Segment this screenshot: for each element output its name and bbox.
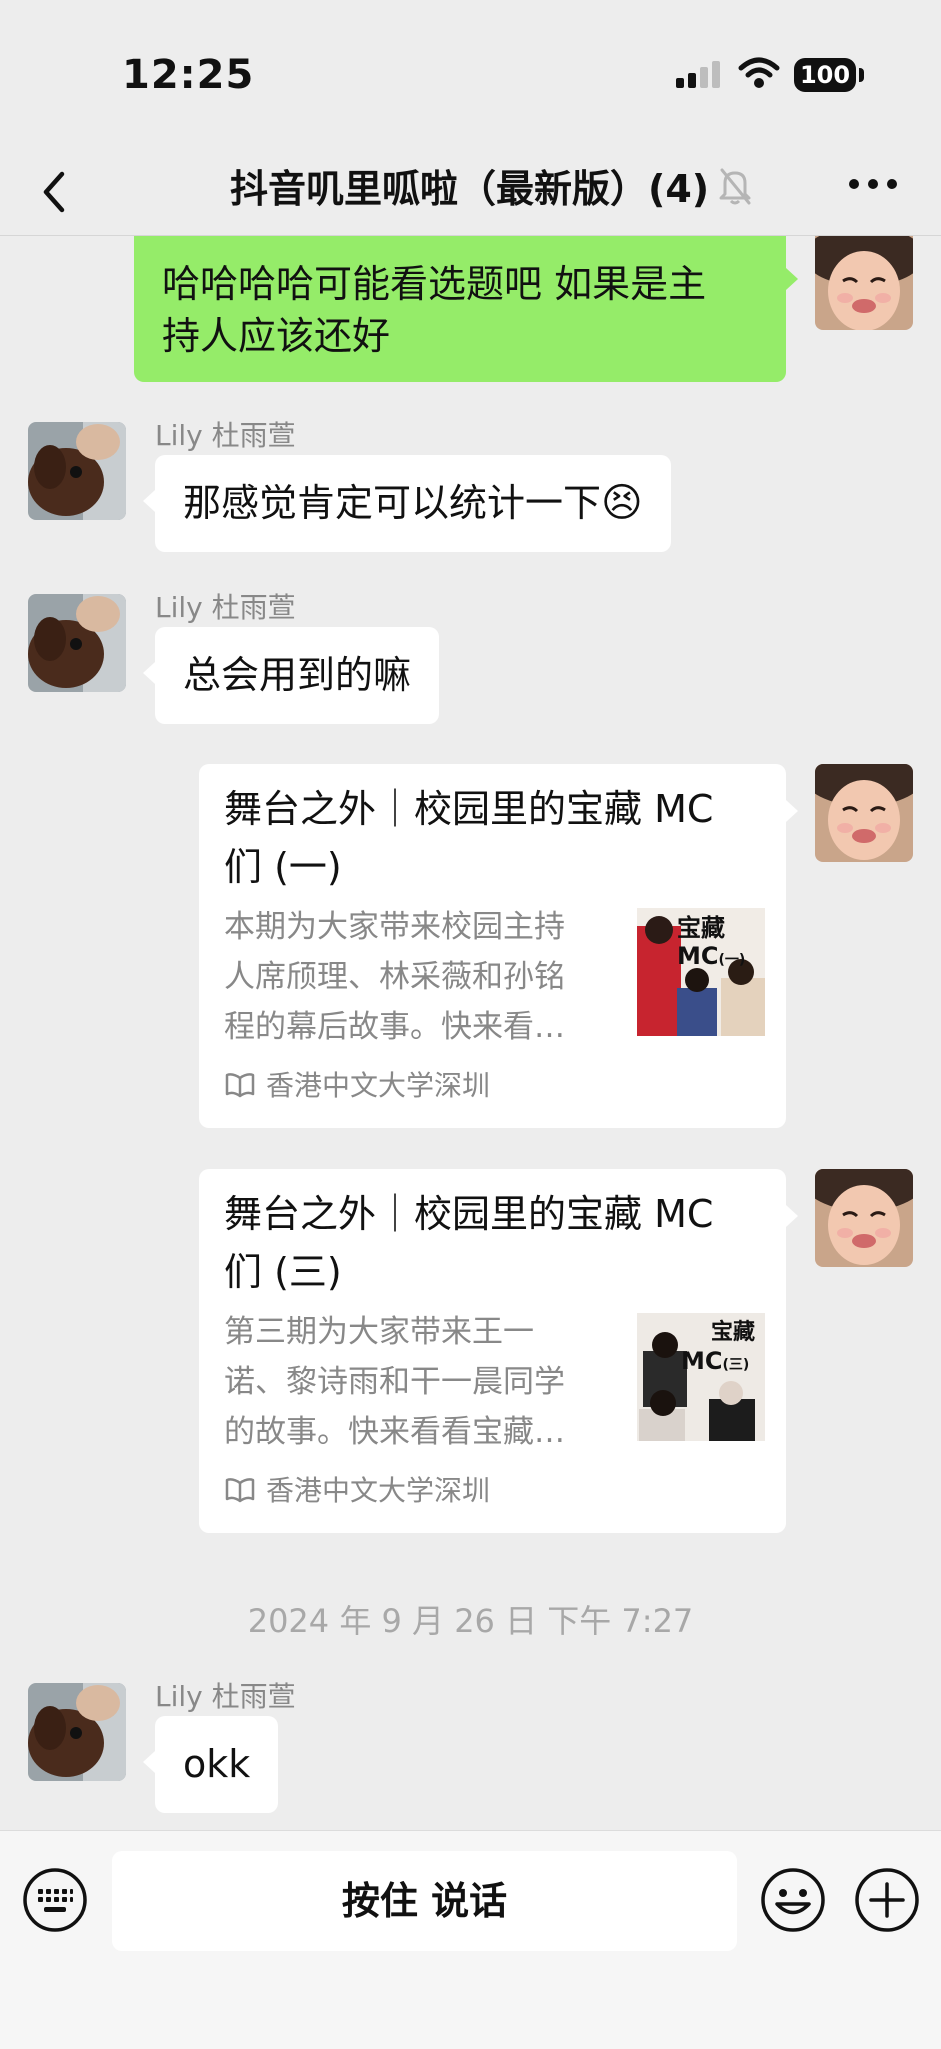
message-text: 总会用到的嘛 <box>183 653 412 697</box>
emoji-icon[interactable] <box>760 1867 826 1937</box>
battery-indicator: 100 <box>794 58 856 92</box>
sender-name: Lily 杜雨萱 <box>155 591 296 624</box>
message-text: 那感觉肯定可以统计一下 <box>183 481 602 525</box>
message-text: okk <box>183 1742 251 1786</box>
card-title: 舞台之外｜校园里的宝藏 MC 们 (三) <box>224 1185 769 1301</box>
card-title-line: 舞台之外｜校园里的宝藏 MC <box>224 1192 714 1236</box>
card-source-name: 香港中文大学深圳 <box>266 1474 491 1507</box>
my-avatar[interactable] <box>815 764 913 862</box>
bubble-tail <box>143 490 155 512</box>
chat-title: 抖音叽里呱啦（最新版）(4) <box>230 167 710 211</box>
back-icon[interactable] <box>34 160 74 224</box>
message-bubble-received[interactable]: 总会用到的嘛 <box>155 627 440 724</box>
contact-avatar[interactable] <box>28 594 126 692</box>
card-thumbnail: 宝藏 MC(一) <box>637 908 765 1036</box>
card-title: 舞台之外｜校园里的宝藏 MC 们 (一) <box>224 780 769 896</box>
book-icon <box>224 1475 256 1510</box>
more-icon[interactable] <box>848 176 898 195</box>
message-text-line: 哈哈哈哈可能看选题吧 如果是主 <box>162 262 707 306</box>
article-card[interactable]: 舞台之外｜校园里的宝藏 MC 们 (三) 第三期为大家带来王一 诺、黎诗雨和干一… <box>199 1169 786 1533</box>
message-bubble-received[interactable]: okk <box>155 1716 279 1813</box>
chat-timestamp: 2024 年 9 月 26 日 下午 7:27 <box>247 1602 694 1640</box>
card-description: 第三期为大家带来王一 诺、黎诗雨和干一晨同学 的故事。快来看看宝藏… <box>224 1307 619 1457</box>
card-source: 香港中文大学深圳 <box>224 1469 490 1510</box>
hold-to-talk-button[interactable]: 按住 说话 <box>112 1851 737 1951</box>
bubble-tail <box>143 662 155 684</box>
input-bar: 按住 说话 <box>0 1830 941 2049</box>
thumb-text: MC <box>681 1347 723 1375</box>
card-title-line: 们 (一) <box>224 845 342 889</box>
plus-icon[interactable] <box>854 1867 920 1937</box>
my-avatar[interactable] <box>815 236 913 330</box>
bubble-tail <box>143 1751 155 1773</box>
thumb-text: MC <box>677 942 719 970</box>
signal-icon <box>674 60 722 94</box>
book-icon <box>224 1070 256 1105</box>
card-source-name: 香港中文大学深圳 <box>266 1069 491 1102</box>
sender-name: Lily 杜雨萱 <box>155 419 296 452</box>
mute-icon <box>716 166 754 210</box>
thumb-text: (一) <box>718 952 746 968</box>
card-thumbnail: 宝藏 MC(三) <box>637 1313 765 1441</box>
message-bubble-received[interactable]: 那感觉肯定可以统计一下😣 <box>155 455 671 552</box>
bubble-tail <box>786 800 798 822</box>
persevering-emoji: 😣 <box>601 480 643 526</box>
card-title-line: 舞台之外｜校园里的宝藏 MC <box>224 787 714 831</box>
thumb-text: (三) <box>722 1357 750 1373</box>
message-text-line: 持人应该还好 <box>162 314 391 358</box>
status-bar: 12:25 100 <box>0 0 941 150</box>
sender-name: Lily 杜雨萱 <box>155 1680 296 1713</box>
card-desc-line: 的故事。快来看看宝藏… <box>224 1414 565 1450</box>
thumb-text: 宝藏 <box>710 1320 755 1345</box>
card-thumb-caption: 宝藏 MC(一) <box>677 914 765 974</box>
chat-header: 抖音叽里呱啦（最新版）(4) <box>0 150 941 236</box>
card-desc-line: 诺、黎诗雨和干一晨同学 <box>224 1364 565 1400</box>
contact-avatar[interactable] <box>28 1683 126 1781</box>
article-card[interactable]: 舞台之外｜校园里的宝藏 MC 们 (一) 本期为大家带来校园主持 人席颀理、林采… <box>199 764 786 1128</box>
card-title-line: 们 (三) <box>224 1250 342 1294</box>
card-desc-line: 程的幕后故事。快来看… <box>224 1009 565 1045</box>
thumb-text: 宝藏 <box>677 914 725 942</box>
battery-cap <box>859 68 864 82</box>
wifi-icon <box>738 56 780 94</box>
keyboard-icon[interactable] <box>22 1867 88 1937</box>
bubble-tail <box>786 1205 798 1227</box>
card-description: 本期为大家带来校园主持 人席颀理、林采薇和孙铭 程的幕后故事。快来看… <box>224 902 619 1052</box>
message-bubble-sent[interactable]: 哈哈哈哈可能看选题吧 如果是主 持人应该还好 <box>134 236 786 382</box>
card-thumb-caption: 宝藏 MC(三) <box>681 1319 765 1379</box>
my-avatar[interactable] <box>815 1169 913 1267</box>
bubble-tail <box>786 268 798 290</box>
card-desc-line: 本期为大家带来校园主持 <box>224 909 565 945</box>
card-source: 香港中文大学深圳 <box>224 1064 490 1105</box>
card-desc-line: 第三期为大家带来王一 <box>224 1314 534 1350</box>
status-time: 12:25 <box>122 52 255 98</box>
card-desc-line: 人席颀理、林采薇和孙铭 <box>224 959 565 995</box>
contact-avatar[interactable] <box>28 422 126 520</box>
